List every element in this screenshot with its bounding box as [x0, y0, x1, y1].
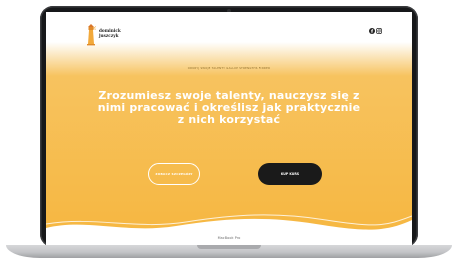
- brand-line-2: juszczyk: [99, 33, 119, 38]
- facebook-icon[interactable]: [369, 28, 375, 34]
- wave-divider: [46, 214, 412, 246]
- device-model-label: MacBook Pro: [217, 236, 241, 240]
- hero-headline: Zrozumiesz swoje talenty, nauczysz się z…: [97, 89, 361, 126]
- laptop-screen: dominick juszczyk ODKRYJ SWOJE TALENTY G…: [46, 12, 412, 246]
- laptop-base: MacBook Pro: [6, 236, 452, 258]
- brand-name[interactable]: dominick juszczyk: [99, 28, 121, 38]
- hero-eyebrow: ODKRYJ SWOJE TALENTY GALLUP STRENGTHS FI…: [187, 67, 271, 70]
- details-button[interactable]: ZOBACZ SZCZEGÓŁY: [148, 163, 200, 185]
- instagram-icon[interactable]: [376, 28, 382, 34]
- lighthouse-logo-icon[interactable]: [86, 22, 96, 46]
- base-notch: [197, 245, 261, 249]
- buy-course-button[interactable]: KUP KURS: [258, 163, 322, 185]
